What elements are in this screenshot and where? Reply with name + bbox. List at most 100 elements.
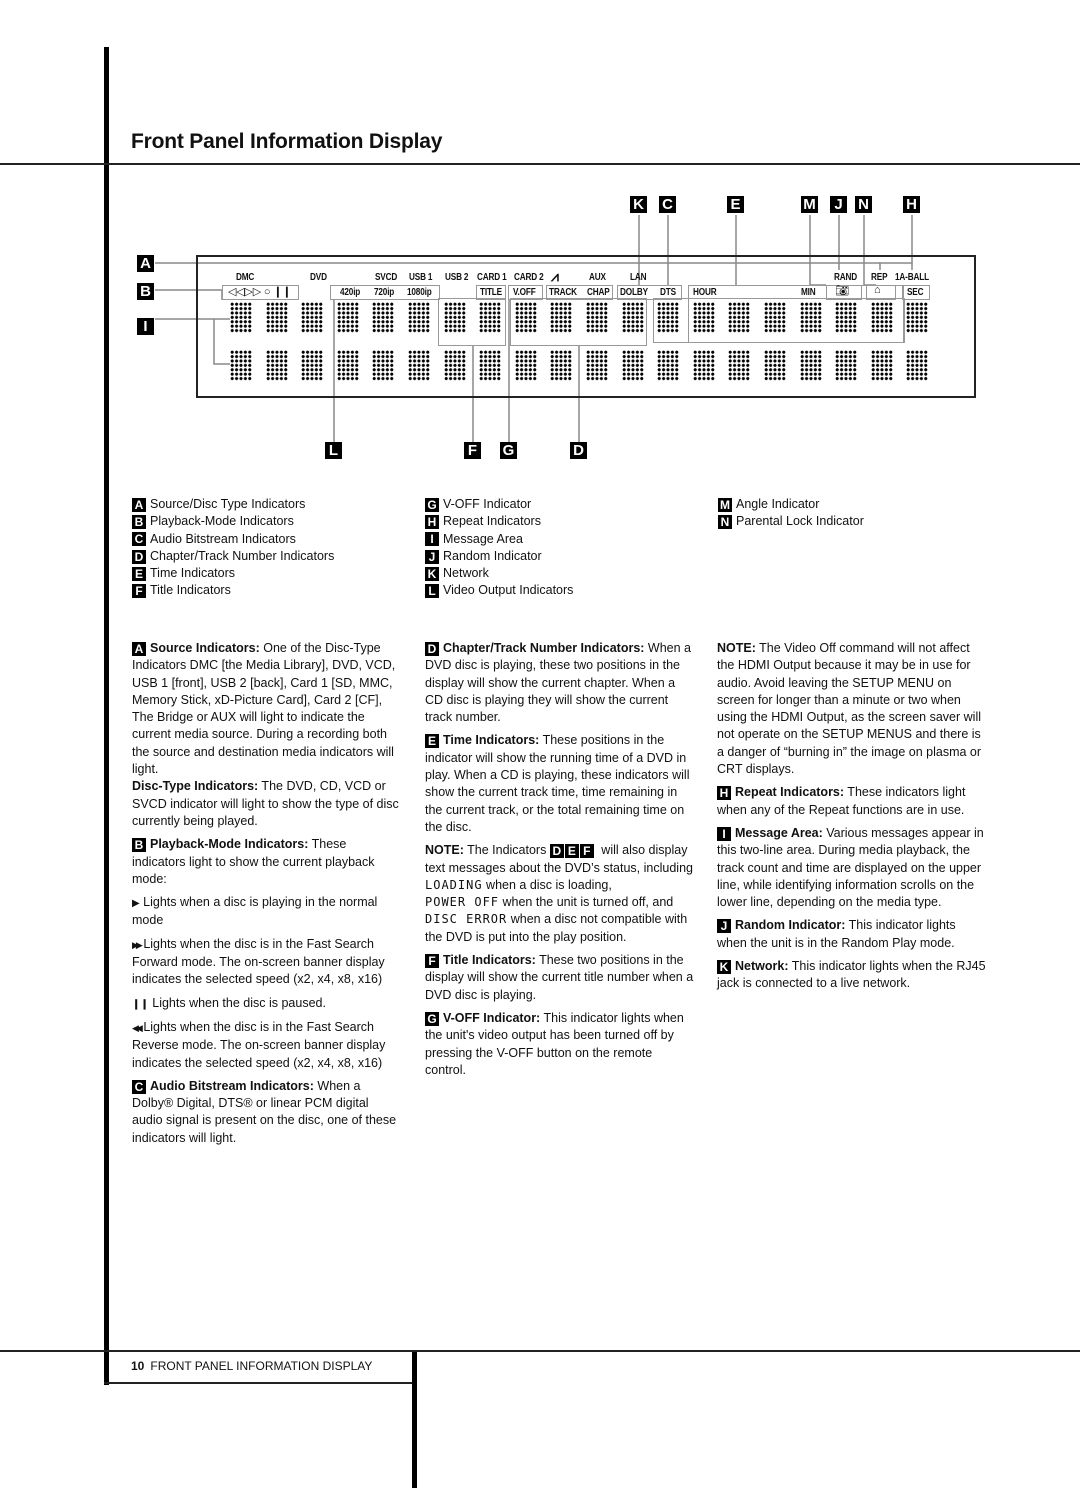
dot-matrix-cell (728, 350, 751, 381)
message-power-off: POWER OFF (425, 895, 500, 910)
label-aux: AUX (589, 272, 606, 283)
label-lan: LAN (630, 272, 647, 283)
dot-matrix-cell (586, 302, 608, 333)
legend-item: G V-OFF Indicator (425, 496, 573, 513)
label-title: TITLE (480, 287, 502, 298)
legend-item: D Chapter/Track Number Indicators (132, 548, 334, 565)
callout-c: C (659, 196, 676, 213)
bridge-icon: ⩘ (551, 268, 559, 284)
message-area-paragraph: I Message Area: Various messages appear i… (717, 825, 984, 910)
legend-item: A Source/Disc Type Indicators (132, 496, 334, 513)
label-card2: CARD 2 (514, 272, 544, 283)
callout-m: M (801, 196, 818, 213)
callout-n: N (855, 196, 872, 213)
legend-col-3: M Angle Indicator N Parental Lock Indicato… (718, 496, 864, 531)
callout-a: A (137, 255, 154, 272)
label-rep: REP (871, 272, 888, 283)
play-mode-item: ▶ Lights when a disc is playing in the n… (132, 895, 378, 928)
footer-box-bottom (104, 1382, 416, 1384)
dot-matrix-cell (443, 350, 466, 381)
callout-e: E (727, 196, 744, 213)
padlock-icon: ⌂ (874, 284, 881, 296)
label-min: MIN (801, 287, 816, 298)
disc-type-paragraph: Disc-Type Indicators: The DVD, CD, VCD o… (132, 779, 399, 828)
body-column-2: D Chapter/Track Number Indicators: When a… (425, 640, 695, 1085)
dot-matrix-cell (336, 302, 359, 333)
label-420ip: 420ip (340, 287, 361, 298)
dot-matrix-cell (230, 350, 252, 381)
page-number: 10 (131, 1359, 145, 1373)
label-card1: CARD 1 (477, 272, 507, 283)
footer-right-bar (412, 1352, 417, 1488)
rewind-icon: ◀◀ (132, 1022, 143, 1033)
dot-matrix-cell (621, 350, 644, 381)
dot-matrix-cell (799, 350, 822, 381)
dot-matrix-cell (870, 302, 893, 333)
label-voff: V.OFF (513, 287, 536, 298)
label-usb1: USB 1 (409, 272, 433, 283)
label-720ip: 720ip (374, 287, 395, 298)
legend-col-1: A Source/Disc Type Indicators B Playback-M… (132, 496, 334, 600)
dot-matrix-cell (799, 302, 822, 333)
dot-matrix-cell (870, 350, 893, 381)
legend-item: E Time Indicators (132, 565, 334, 582)
dot-matrix-cell (692, 350, 715, 381)
callout-leader-lines (155, 215, 913, 447)
dot-matrix-cell (586, 350, 608, 381)
legend-item: H Repeat Indicators (425, 513, 573, 530)
dot-matrix-cell (514, 350, 537, 381)
dot-matrix-cell (621, 302, 644, 333)
legend-item: L Video Output Indicators (425, 582, 573, 599)
dot-matrix-cell (408, 350, 430, 381)
title-indicators-paragraph: F Title Indicators: These two positions i… (425, 953, 694, 1002)
dot-matrix-cell (550, 302, 573, 333)
dot-matrix-cell (265, 350, 288, 381)
dot-matrix-cell (301, 350, 324, 381)
label-rand: RAND (834, 272, 858, 283)
dot-matrix-cell (301, 302, 324, 333)
callout-l: L (325, 442, 342, 459)
legend-item: F Title Indicators (132, 582, 334, 599)
dot-matrix-cell (835, 350, 858, 381)
play-icon: ▶ (132, 898, 140, 910)
body-column-1: A Source Indicators: One of the Disc-Type… (132, 640, 402, 1153)
label-1080ip: 1080ip (407, 287, 432, 298)
callout-d: D (570, 442, 587, 459)
callout-f: F (464, 442, 481, 459)
legend-item: J Random Indicator (425, 548, 573, 565)
callout-h: H (903, 196, 920, 213)
dot-matrix-cell (764, 302, 786, 333)
legend-item: K Network (425, 565, 573, 582)
message-loading: LOADING (425, 877, 483, 892)
dot-matrix-cell (230, 302, 252, 333)
rewind-item: ◀◀ Lights when the disc is in the Fast S… (132, 1019, 386, 1070)
video-off-note: NOTE: The Video Off command will not aff… (717, 641, 982, 777)
label-dolby: DOLBY (620, 287, 648, 298)
message-disc-error: DISC ERROR (425, 912, 508, 927)
dot-matrix-cell (265, 302, 288, 333)
dot-matrix-cell (728, 302, 751, 333)
label-sec: SEC (907, 287, 924, 298)
legend-col-2: G V-OFF Indicator H Repeat Indicators I Mes… (425, 496, 573, 600)
page-footer: 10 FRONT PANEL INFORMATION DISPLAY (131, 1359, 372, 1373)
label-dts: DTS (660, 287, 676, 298)
dot-matrix-cell (372, 350, 395, 381)
dot-matrix-cell (479, 302, 502, 333)
note-paragraph: NOTE: The Indicators DEF will also displ… (425, 843, 693, 944)
dot-matrix-cell (906, 302, 929, 333)
fast-forward-item: ▶▶ Lights when the disc is in the Fast S… (132, 936, 385, 987)
body-column-3: NOTE: The Video Off command will not aff… (717, 640, 987, 999)
legend-item: C Audio Bitstream Indicators (132, 531, 334, 548)
network-paragraph: K Network: This indicator lights when the… (717, 959, 986, 991)
source-indicators-paragraph: A Source Indicators: One of the Disc-Type… (132, 641, 396, 777)
repeat-paragraph: H Repeat Indicators: These indicators lig… (717, 785, 966, 817)
label-hour: HOUR (693, 287, 717, 298)
label-svcd: SVCD (375, 272, 398, 283)
dot-matrix-cell (408, 302, 430, 333)
fast-forward-icon: ▶▶ (132, 939, 143, 950)
pause-icon: ❙❙ (132, 998, 149, 1010)
label-chap: CHAP (587, 287, 610, 298)
dot-matrix-cell (764, 350, 786, 381)
dot-matrix-cell (835, 302, 858, 333)
dot-matrix-cell (906, 350, 929, 381)
